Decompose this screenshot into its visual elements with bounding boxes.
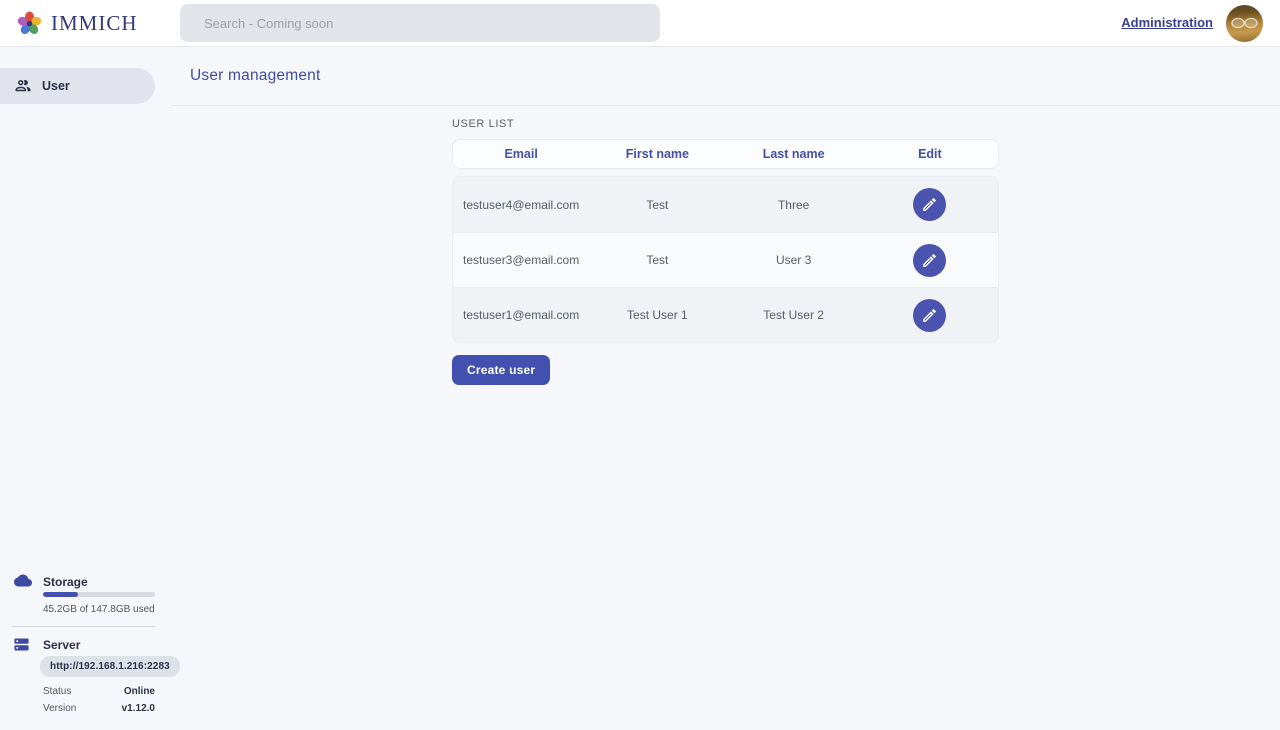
storage-usage-text: 45.2GB of 147.8GB used	[43, 604, 155, 615]
cell-last-name: Three	[726, 198, 862, 212]
table-row: testuser1@email.com Test User 1 Test Use…	[453, 287, 998, 342]
sidebar-item-user[interactable]: User	[0, 68, 155, 104]
column-header-last-name: Last name	[726, 147, 862, 161]
cell-email: testuser1@email.com	[453, 308, 589, 322]
server-title: Server	[43, 638, 80, 652]
pencil-icon	[921, 307, 938, 324]
create-user-button[interactable]: Create user	[452, 355, 550, 385]
edit-user-button[interactable]	[913, 299, 946, 332]
pencil-icon	[921, 252, 938, 269]
storage-progress-bar	[43, 592, 155, 597]
sidebar-item-label: User	[42, 79, 70, 93]
search-input[interactable]	[180, 4, 660, 42]
column-header-email: Email	[453, 147, 589, 161]
top-bar: IMMICH Administration	[0, 0, 1280, 47]
cell-email: testuser3@email.com	[453, 253, 589, 267]
cell-first-name: Test User 1	[589, 308, 725, 322]
cell-email: testuser4@email.com	[453, 198, 589, 212]
table-row: testuser4@email.com Test Three	[453, 177, 998, 232]
title-bar: User management	[171, 47, 1280, 106]
server-icon	[13, 636, 30, 658]
server-status-label: Status	[43, 686, 71, 697]
table-header-row: Email First name Last name Edit	[452, 139, 999, 169]
main-content: USER LIST Email First name Last name Edi…	[171, 106, 1280, 385]
column-header-edit: Edit	[862, 147, 998, 161]
user-avatar[interactable]	[1226, 5, 1263, 42]
sidebar: User Storage 45.2GB of 147.8GB used Serv…	[0, 47, 171, 730]
pencil-icon	[921, 196, 938, 213]
cell-first-name: Test	[589, 198, 725, 212]
users-icon	[14, 77, 32, 95]
cell-last-name: User 3	[726, 253, 862, 267]
cloud-icon	[14, 574, 32, 592]
page-title: User management	[190, 67, 321, 85]
immich-flower-icon	[16, 10, 43, 37]
cell-first-name: Test	[589, 253, 725, 267]
user-list-label: USER LIST	[452, 118, 999, 130]
user-table: testuser4@email.com Test Three testuser3…	[452, 176, 999, 343]
sidebar-divider	[12, 626, 155, 627]
column-header-first-name: First name	[589, 147, 725, 161]
cell-last-name: Test User 2	[726, 308, 862, 322]
server-version-label: Version	[43, 703, 76, 714]
administration-link[interactable]: Administration	[1121, 15, 1213, 30]
immich-logo: IMMICH	[16, 0, 138, 47]
brand-name: IMMICH	[51, 11, 138, 36]
storage-progress-fill	[43, 592, 78, 597]
edit-user-button[interactable]	[913, 244, 946, 277]
table-row: testuser3@email.com Test User 3	[453, 232, 998, 287]
edit-user-button[interactable]	[913, 188, 946, 221]
glasses-icon	[1230, 15, 1259, 31]
server-status-value: Online	[124, 686, 155, 697]
server-version-value: v1.12.0	[122, 703, 155, 714]
server-url-badge: http://192.168.1.216:2283	[40, 656, 180, 677]
storage-title: Storage	[43, 575, 88, 589]
